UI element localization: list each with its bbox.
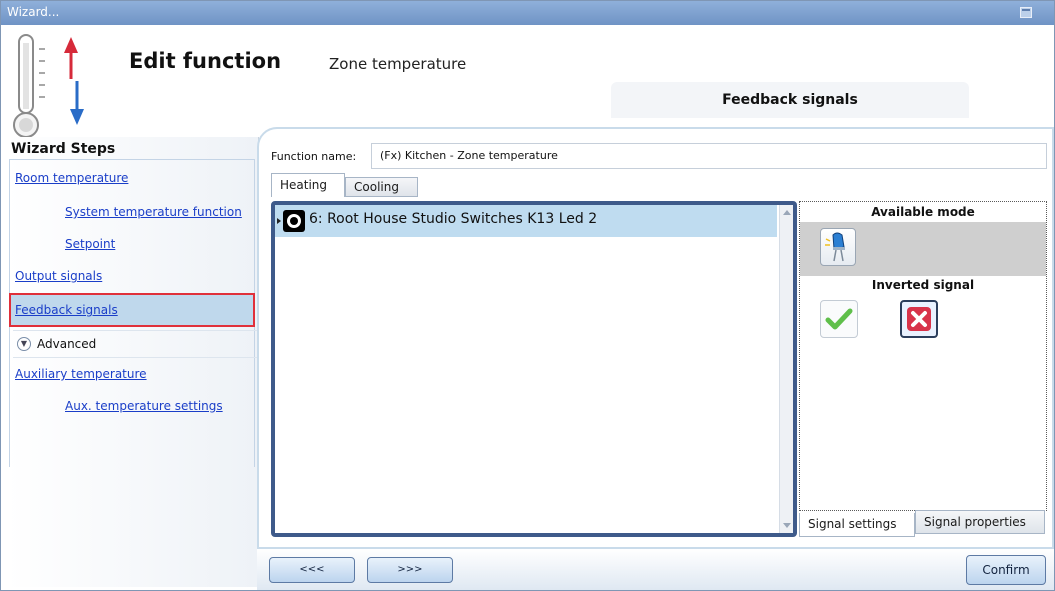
vertical-scrollbar[interactable] — [779, 205, 793, 533]
header: Edit function Zone temperature Feedback … — [1, 25, 1054, 138]
step-label[interactable]: Room temperature — [15, 171, 128, 185]
step-output-signals[interactable]: Output signals — [9, 261, 255, 293]
inverted-yes-button[interactable] — [820, 300, 858, 338]
previous-button[interactable]: <<< — [269, 557, 355, 583]
step-feedback-signals[interactable]: Feedback signals — [9, 293, 255, 327]
step-label[interactable]: System temperature function — [65, 205, 242, 219]
step-label[interactable]: Output signals — [15, 269, 102, 283]
scroll-down-icon[interactable] — [783, 523, 791, 528]
step-label[interactable]: Setpoint — [65, 237, 115, 251]
expand-icon[interactable] — [277, 218, 281, 224]
advanced-toggle[interactable]: ▼ Advanced — [13, 330, 257, 358]
footer-bar: <<< >>> Confirm — [257, 549, 1054, 590]
step-setpoint[interactable]: Setpoint — [9, 229, 255, 261]
mode-button[interactable] — [820, 228, 856, 266]
step-room-temperature[interactable]: Room temperature — [9, 163, 255, 195]
page-subtitle: Zone temperature — [329, 55, 467, 73]
step-label[interactable]: Auxiliary temperature — [15, 367, 147, 381]
main-panel: Function name: (Fx) Kitchen - Zone tempe… — [257, 127, 1054, 549]
signal-list[interactable]: 6: Root House Studio Switches K13 Led 2 — [271, 201, 797, 537]
tab-signal-settings[interactable]: Signal settings — [799, 513, 915, 537]
section-tab-feedback-signals: Feedback signals — [611, 82, 969, 118]
scroll-up-icon[interactable] — [783, 210, 791, 215]
confirm-button[interactable]: Confirm — [966, 555, 1046, 585]
chevron-down-icon[interactable]: ▼ — [17, 337, 31, 351]
available-mode-heading: Available mode — [871, 205, 975, 219]
wizard-steps-title: Wizard Steps — [11, 141, 116, 157]
next-button[interactable]: >>> — [367, 557, 453, 583]
inverted-no-button[interactable] — [900, 300, 938, 338]
advanced-label: Advanced — [37, 337, 97, 351]
step-label[interactable]: Aux. temperature settings — [65, 399, 223, 413]
window-title: Wizard... — [7, 5, 60, 19]
tab-cooling[interactable]: Cooling — [345, 177, 418, 197]
led-icon — [283, 210, 305, 232]
wizard-window: Wizard... Edit function Zone temperature… — [0, 0, 1055, 591]
close-icon — [907, 307, 931, 331]
step-auxiliary-temperature[interactable]: Auxiliary temperature — [9, 359, 255, 391]
thermometer-icon — [13, 34, 84, 138]
title-bar: Wizard... — [1, 1, 1054, 25]
list-item[interactable]: 6: Root House Studio Switches K13 Led 2 — [275, 205, 777, 237]
available-mode-area — [800, 222, 1046, 276]
inverted-signal-heading: Inverted signal — [871, 278, 975, 292]
check-icon — [825, 308, 853, 330]
tab-heating[interactable]: Heating — [271, 173, 345, 197]
wizard-steps-panel: Wizard Steps Room temperature System tem… — [7, 137, 259, 587]
led-mode-icon — [825, 232, 845, 262]
tab-signal-properties[interactable]: Signal properties — [915, 510, 1045, 534]
step-system-temperature-function[interactable]: System temperature function — [9, 197, 255, 229]
function-name-label: Function name: — [271, 150, 357, 163]
page-title: Edit function — [129, 49, 282, 73]
step-label[interactable]: Feedback signals — [15, 303, 118, 317]
signal-label: 6: Root House Studio Switches K13 Led 2 — [309, 211, 598, 227]
function-name-input[interactable]: (Fx) Kitchen - Zone temperature — [371, 143, 1047, 169]
signal-settings-panel: Available mode Inverted signal — [799, 201, 1047, 511]
restore-icon[interactable] — [1020, 7, 1032, 18]
step-aux-temperature-settings[interactable]: Aux. temperature settings — [9, 391, 255, 423]
